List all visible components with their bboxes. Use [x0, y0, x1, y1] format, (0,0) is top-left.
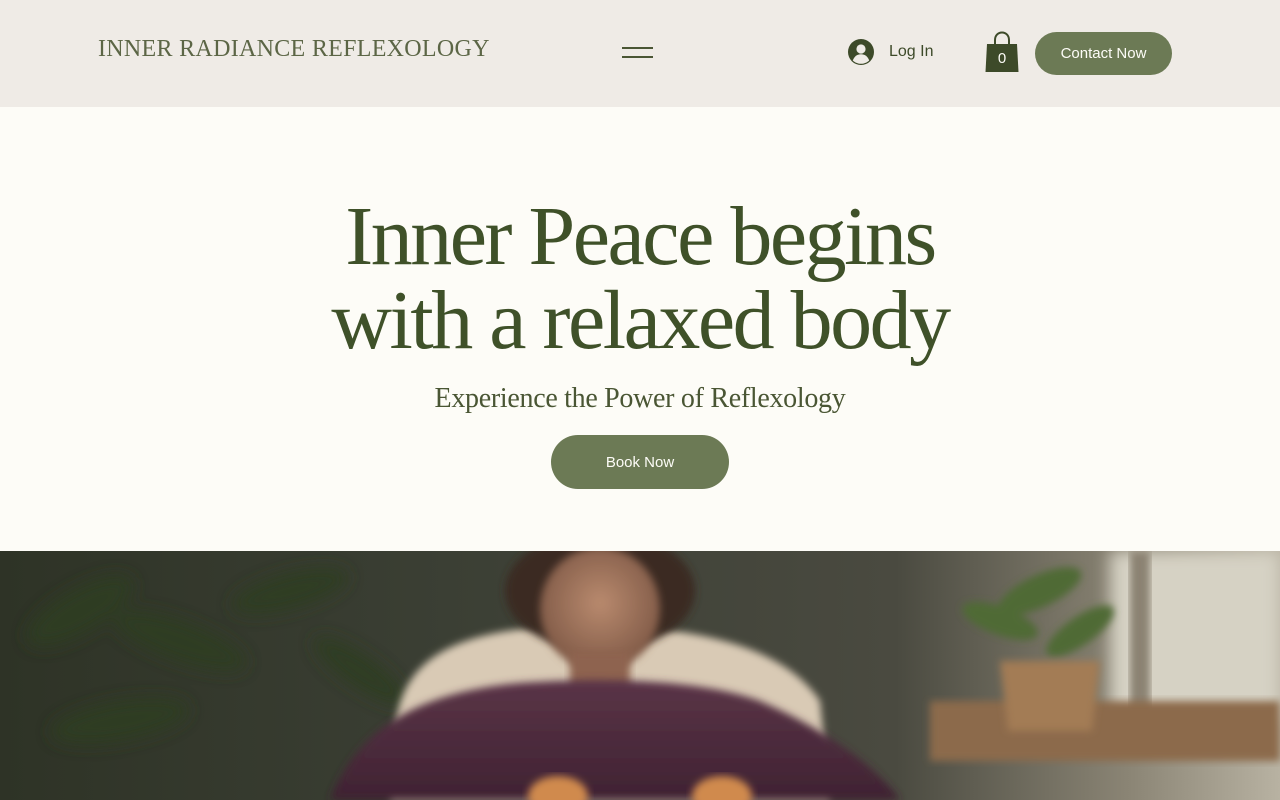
- cart-button[interactable]: 0: [984, 30, 1020, 74]
- hamburger-menu-button[interactable]: [614, 38, 660, 68]
- hero-section: Inner Peace begins with a relaxed body E…: [0, 107, 1280, 551]
- login-button[interactable]: Log In: [848, 38, 933, 66]
- contact-now-button[interactable]: Contact Now: [1035, 32, 1172, 75]
- cart-count-badge: 0: [997, 50, 1007, 67]
- site-logo[interactable]: INNER RADIANCE REFLEXOLOGY: [98, 36, 490, 63]
- hero-title: Inner Peace begins with a relaxed body: [140, 195, 1140, 363]
- login-label: Log In: [889, 43, 934, 60]
- book-now-button[interactable]: Book Now: [551, 435, 729, 489]
- hero-title-line-2: with a relaxed body: [331, 274, 951, 367]
- user-avatar-icon: [848, 39, 874, 65]
- site-header: INNER RADIANCE REFLEXOLOGY Log In 0 Cont…: [0, 0, 1280, 107]
- hero-title-line-1: Inner Peace begins: [345, 190, 937, 283]
- hero-subtitle: Experience the Power of Reflexology: [434, 383, 846, 414]
- hero-photo: [0, 551, 1280, 800]
